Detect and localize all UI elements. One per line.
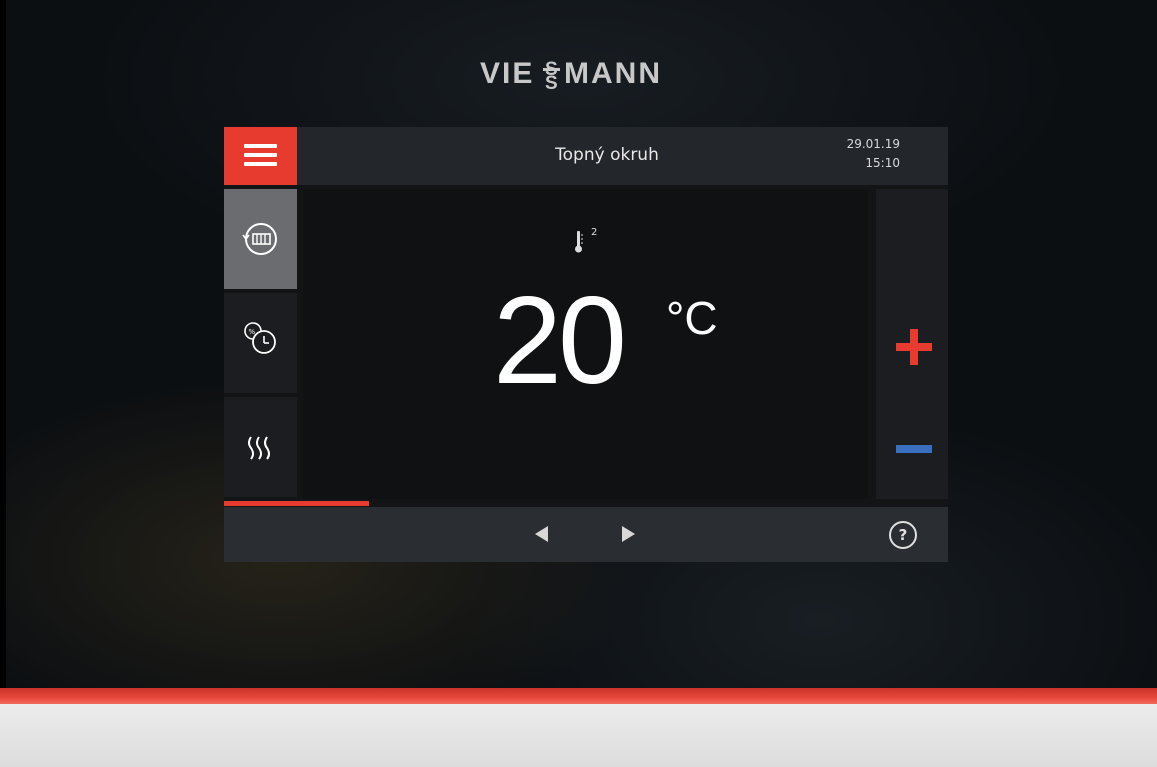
svg-text:S: S <box>545 73 558 89</box>
page-progress-fill <box>224 501 369 506</box>
hamburger-menu-icon <box>244 144 277 148</box>
arrow-left-icon[interactable] <box>535 526 548 542</box>
hamburger-line <box>244 153 277 157</box>
sensor-index: 2 <box>591 227 598 238</box>
page-title: Topný okruh <box>555 145 659 165</box>
time-text: 15:10 <box>865 156 900 170</box>
page-progress-track <box>224 501 948 506</box>
svg-text:VIE: VIE <box>480 57 534 89</box>
red-accent-strip <box>0 688 1157 704</box>
sidebar-item-heating[interactable] <box>224 397 297 497</box>
device-base <box>0 704 1157 767</box>
hamburger-line <box>244 162 277 166</box>
device-edge <box>0 0 6 690</box>
viessmann-logo: VIE S S MANN <box>480 57 662 89</box>
datetime: 29.01.19 15:10 <box>847 135 900 173</box>
sidebar-item-schedule[interactable]: % <box>224 293 297 393</box>
temperature-panel: 2 20 °C <box>303 189 868 499</box>
sidebar: % <box>224 189 297 501</box>
help-button[interactable]: ? <box>889 521 917 549</box>
decrease-temperature-button[interactable] <box>896 445 932 453</box>
sidebar-item-heating-circuit[interactable] <box>224 189 297 289</box>
increase-temperature-button[interactable] <box>896 329 932 365</box>
temperature-unit: °C <box>666 292 718 344</box>
header-bar: Topný okruh 29.01.19 15:10 <box>224 127 948 185</box>
temperature-value: 20 <box>493 272 627 410</box>
svg-text:%: % <box>249 328 256 336</box>
svg-text:MANN: MANN <box>564 57 662 89</box>
heating-waves-icon <box>248 436 270 460</box>
date-text: 29.01.19 <box>846 137 900 151</box>
schedule-clock-icon: % <box>244 322 276 354</box>
radiator-circuit-icon <box>242 223 277 255</box>
footer-bar: ? <box>224 507 948 562</box>
thermostat-screen: Topný okruh 29.01.19 15:10 % 2 20 °C ? <box>224 127 948 562</box>
arrow-right-icon[interactable] <box>622 526 635 542</box>
menu-button[interactable] <box>224 127 297 185</box>
thermometer-icon <box>575 231 583 253</box>
